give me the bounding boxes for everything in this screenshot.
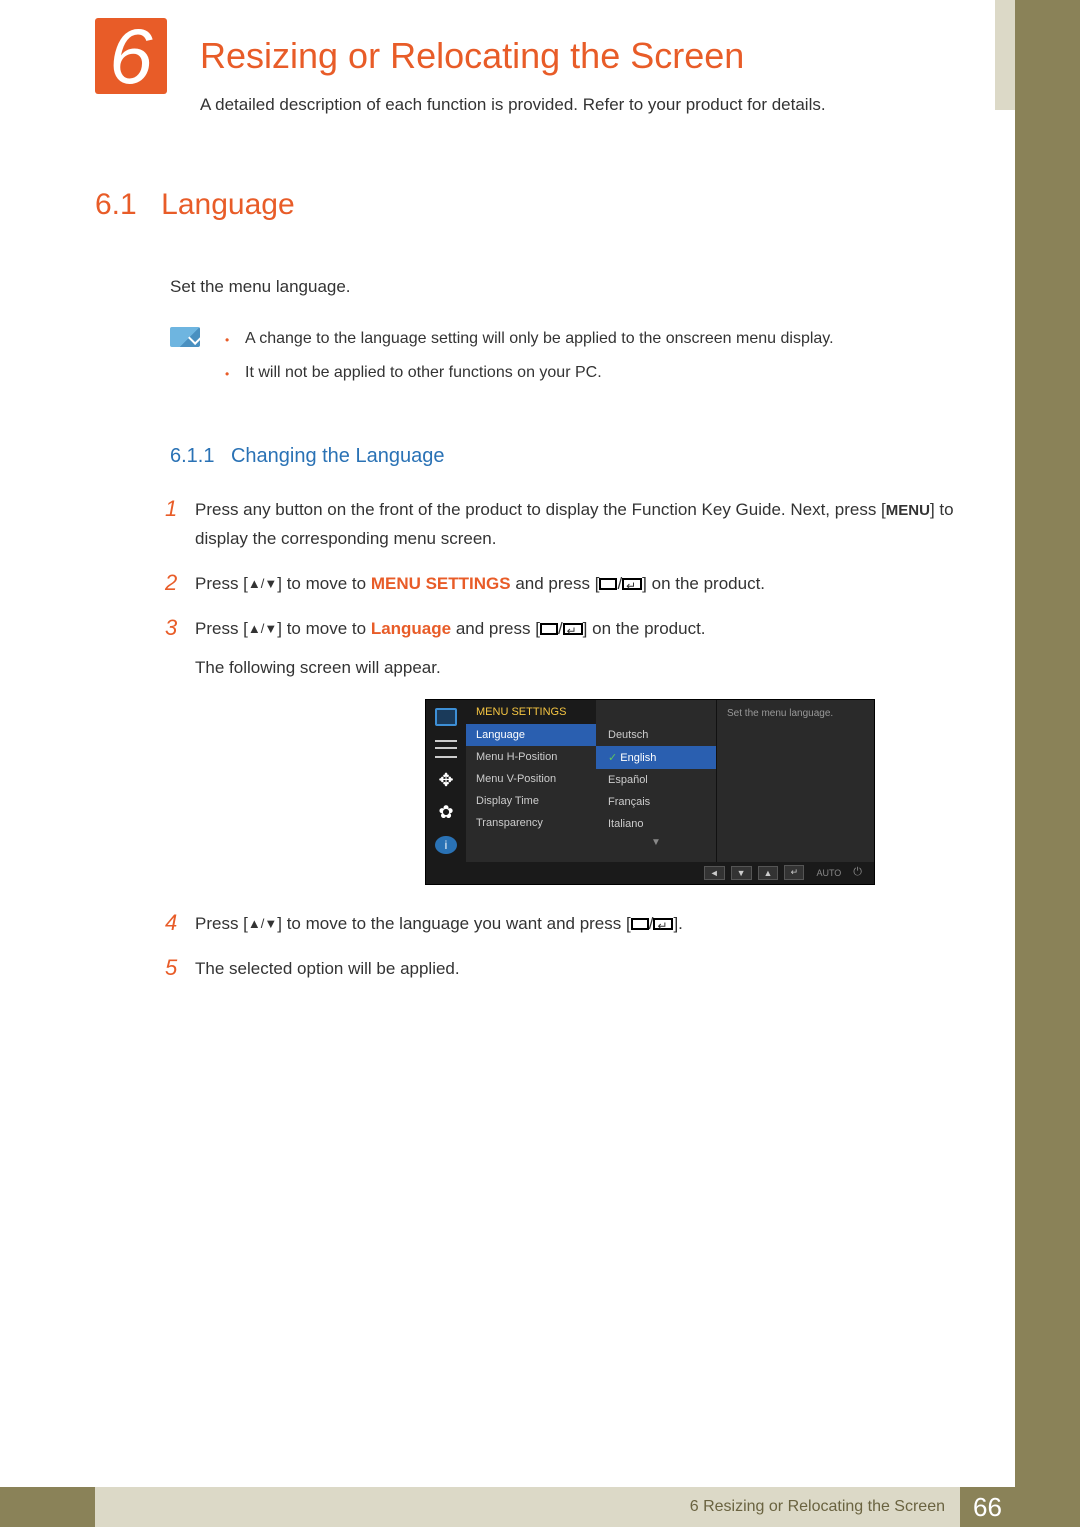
- step-5: 5 The selected option will be applied.: [165, 955, 965, 984]
- osd-footer-button: ▲: [758, 866, 779, 880]
- osd-screenshot: ✥ ✿ i MENU SETTINGS Language Menu H-Posi…: [425, 699, 875, 885]
- osd-footer-button: ◄: [704, 866, 725, 880]
- note-block: A change to the language setting will on…: [170, 327, 965, 395]
- osd-option-selected: English: [596, 746, 716, 769]
- osd-option: Español: [596, 769, 716, 791]
- step-text: Press any button on the front of the pro…: [195, 496, 965, 554]
- osd-footer: ◄ ▼ ▲ ↵ AUTO ⏻: [426, 862, 874, 884]
- step-number: 3: [165, 615, 195, 683]
- arrow-keys-icon: ▲/▼: [248, 916, 277, 931]
- monitor-icon: [435, 708, 457, 726]
- language-label: Language: [371, 619, 451, 638]
- step-text: Press [▲/▼] to move to MENU SETTINGS and…: [195, 570, 765, 599]
- osd-option: Français: [596, 791, 716, 813]
- osd-menu-item: Language: [466, 724, 596, 746]
- step-number: 5: [165, 955, 195, 984]
- menu-key-label: MENU: [886, 502, 930, 519]
- osd-header: MENU SETTINGS: [466, 700, 596, 724]
- osd-footer-button: ↵: [784, 865, 804, 880]
- move-icon: ✥: [435, 772, 457, 790]
- osd-icon-column: ✥ ✿ i: [426, 700, 466, 862]
- right-sidebar: [1015, 0, 1080, 1527]
- top-right-accent: [995, 0, 1015, 110]
- power-icon: ⏻: [853, 866, 862, 879]
- select-enter-keys-icon: /: [540, 615, 583, 644]
- section-title: Language: [161, 188, 294, 221]
- note-item: A change to the language setting will on…: [225, 327, 834, 351]
- step-3: 3 Press [▲/▼] to move to Language and pr…: [165, 615, 965, 683]
- subsection-number: 6.1.1: [170, 445, 214, 467]
- osd-menu-column: MENU SETTINGS Language Menu H-Position M…: [466, 700, 596, 862]
- intro-text: A detailed description of each function …: [200, 95, 826, 115]
- step-text: Press [▲/▼] to move to Language and pres…: [195, 615, 706, 683]
- page-footer: 6 Resizing or Relocating the Screen 66: [0, 1487, 1080, 1527]
- section-heading: 6.1 Language: [95, 188, 965, 222]
- info-icon: i: [435, 836, 457, 854]
- osd-option: Italiano: [596, 813, 716, 835]
- osd-menu-item: Menu V-Position: [466, 768, 596, 790]
- gear-icon: ✿: [435, 804, 457, 822]
- subsection-title: Changing the Language: [231, 445, 445, 467]
- step-4: 4 Press [▲/▼] to move to the language yo…: [165, 910, 965, 939]
- step-text: The selected option will be applied.: [195, 955, 460, 984]
- scroll-down-icon: ▼: [596, 835, 716, 848]
- step-1: 1 Press any button on the front of the p…: [165, 496, 965, 554]
- osd-menu-item: Menu H-Position: [466, 746, 596, 768]
- section-body: Set the menu language.: [170, 277, 965, 297]
- osd-menu-item: Display Time: [466, 790, 596, 812]
- menu-settings-label: MENU SETTINGS: [371, 574, 511, 593]
- chapter-number-box: 6: [95, 18, 167, 94]
- footer-chapter-ref: 6 Resizing or Relocating the Screen: [95, 1487, 960, 1527]
- note-icon: [170, 327, 200, 347]
- arrow-keys-icon: ▲/▼: [248, 621, 277, 636]
- step-number: 4: [165, 910, 195, 939]
- osd-help-column: Set the menu language.: [716, 700, 874, 862]
- step-number: 1: [165, 496, 195, 554]
- osd-option: Deutsch: [596, 724, 716, 746]
- list-icon: [435, 740, 457, 758]
- select-enter-keys-icon: /: [599, 570, 642, 599]
- osd-auto-label: AUTO: [810, 868, 847, 878]
- subsection-heading: 6.1.1 Changing the Language: [170, 445, 965, 468]
- step-2: 2 Press [▲/▼] to move to MENU SETTINGS a…: [165, 570, 965, 599]
- chapter-title: Resizing or Relocating the Screen: [200, 35, 744, 77]
- osd-footer-button: ▼: [731, 866, 752, 880]
- step-text: Press [▲/▼] to move to the language you …: [195, 910, 683, 939]
- section-number: 6.1: [95, 188, 137, 222]
- footer-page-number: 66: [960, 1487, 1015, 1527]
- osd-menu-item: Transparency: [466, 812, 596, 834]
- select-enter-keys-icon: /: [631, 910, 674, 939]
- note-item: It will not be applied to other function…: [225, 361, 834, 385]
- step-number: 2: [165, 570, 195, 599]
- arrow-keys-icon: ▲/▼: [248, 576, 277, 591]
- osd-options-column: Deutsch English Español Français Italian…: [596, 700, 716, 862]
